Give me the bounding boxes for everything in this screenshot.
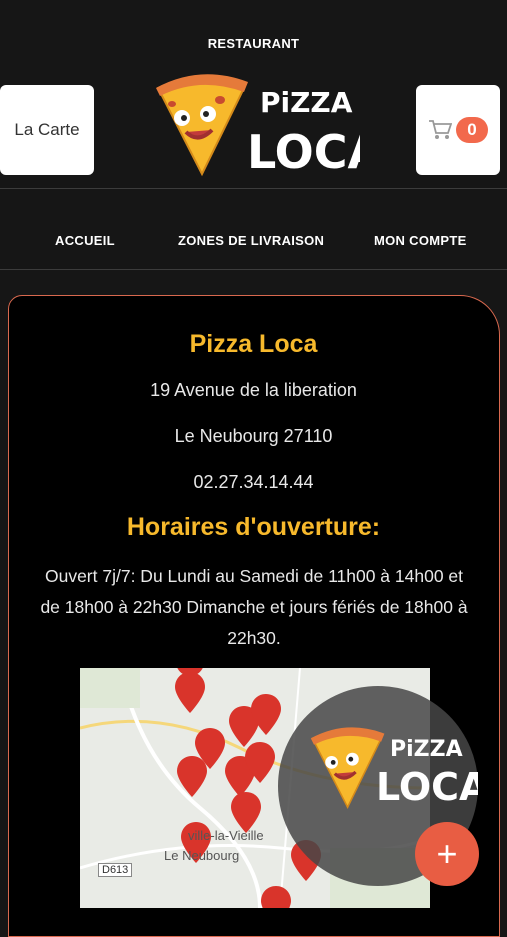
nav-divider <box>0 269 507 270</box>
map-town-label: Le Neubourg <box>164 848 240 863</box>
restaurant-name: Pizza Loca <box>189 330 318 358</box>
road-label: D613 <box>98 863 133 877</box>
hours-title: Horaires d'ouverture: <box>126 513 381 541</box>
header-divider <box>0 188 507 189</box>
brand-logo[interactable]: PiZZA LOCA <box>150 70 384 182</box>
la-carte-label: La Carte <box>14 120 80 139</box>
add-button[interactable]: + <box>415 822 479 886</box>
main-nav: ACCUEIL ZONES DE LIVRAISON MON COMPTE <box>0 233 507 253</box>
restaurant-phone[interactable]: 02.27.34.14.44 <box>0 472 507 493</box>
fab-logo-word-pizza: PiZZA <box>390 737 463 762</box>
fab-logo-word-loca: LOCA <box>376 765 478 809</box>
nav-item-zones-de-livraison[interactable]: ZONES DE LIVRAISON <box>178 233 324 248</box>
la-carte-button[interactable]: La Carte <box>0 85 94 175</box>
logo-word-pizza: PiZZA <box>260 86 353 119</box>
hours-line-3: 22h30. <box>227 628 281 648</box>
top-label: RESTAURANT <box>207 36 300 51</box>
cart-button[interactable]: 0 <box>416 85 500 175</box>
restaurant-city: Le Neubourg 27110 <box>174 426 333 446</box>
map-town-label: ville-la-Vieille <box>188 828 264 843</box>
hours-line-2: de 18h00 à 22h30 Dimanche et jours férié… <box>40 597 468 617</box>
cart-icon <box>429 120 452 139</box>
nav-item-mon-compte[interactable]: MON COMPTE <box>374 233 467 248</box>
hours-line-1: Ouvert 7j/7: Du Lundi au Samedi de 11h00… <box>44 566 464 586</box>
restaurant-address: 19 Avenue de la liberation <box>150 380 357 400</box>
logo-word-loca: LOCA <box>247 125 360 179</box>
cart-count-badge: 0 <box>456 117 488 143</box>
pizza-slice-icon <box>156 74 248 177</box>
hours-text: Ouvert 7j/7: Du Lundi au Samedi de 11h00… <box>6 561 502 654</box>
nav-item-accueil[interactable]: ACCUEIL <box>55 233 115 248</box>
